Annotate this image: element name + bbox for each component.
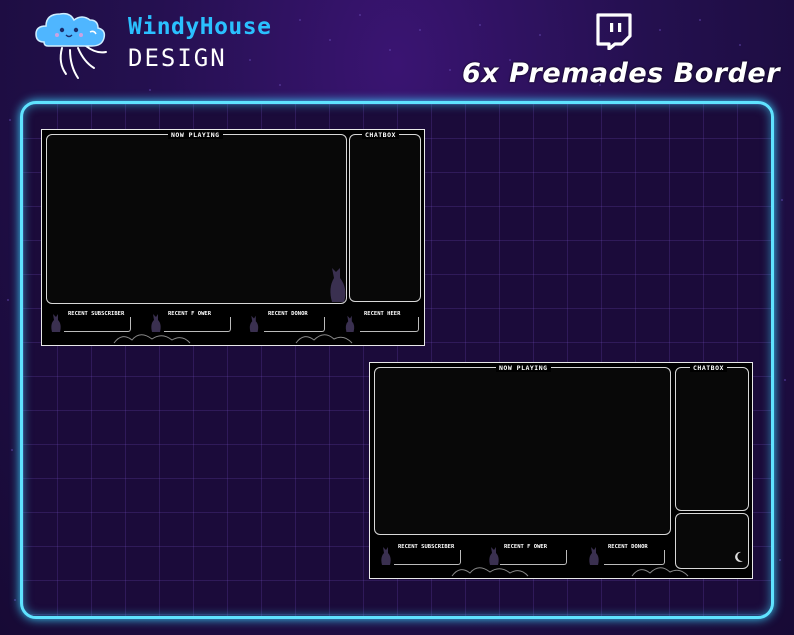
bar-label: RECENT DONOR xyxy=(608,544,648,550)
recent-cheer-bar: RECENT HEER xyxy=(360,311,419,332)
chatbox-frame xyxy=(349,134,421,302)
now-playing-label: NOW PLAYING xyxy=(168,131,223,139)
brand-logo: WindyHouse DESIGN xyxy=(30,6,300,86)
preview-panel: NOW PLAYING CHATBOX RECENT SUBSCRIBER RE… xyxy=(20,101,774,619)
cloud-mascot-icon xyxy=(35,12,107,79)
cloud-swirl-decoration xyxy=(113,334,191,344)
chatbox-label: CHATBOX xyxy=(362,131,399,139)
overlay-preview-1: NOW PLAYING CHATBOX RECENT SUBSCRIBER RE… xyxy=(41,129,425,346)
overlay-preview-2: NOW PLAYING CHATBOX RECENT SUBSCRIBER RE… xyxy=(369,362,753,579)
cat-icon xyxy=(249,315,259,332)
bar-label: RECENT SUBSCRIBER xyxy=(68,311,125,317)
cat-silhouette-icon xyxy=(330,268,346,302)
bar-label: RECENT F OWER xyxy=(168,311,212,317)
bar-label: RECENT DONOR xyxy=(268,311,308,317)
cat-icon xyxy=(381,547,391,565)
cloud-swirl-decoration xyxy=(295,334,353,344)
twitch-icon xyxy=(596,13,632,50)
now-playing-label: NOW PLAYING xyxy=(496,364,551,372)
bar-label: RECENT F OWER xyxy=(504,544,548,550)
stream-frame xyxy=(374,367,671,535)
cat-icon xyxy=(589,547,599,565)
cloud-swirl-decoration xyxy=(451,567,529,577)
chatbox-frame xyxy=(675,367,749,511)
cat-icon xyxy=(489,547,499,565)
bar-label: RECENT HEER xyxy=(364,311,401,317)
cloud-swirl-decoration xyxy=(631,567,689,577)
cat-icon xyxy=(51,314,61,332)
bar-label: RECENT SUBSCRIBER xyxy=(398,544,455,550)
cat-icon xyxy=(151,314,161,332)
moon-icon xyxy=(735,551,743,562)
brand-name: WindyHouse xyxy=(128,14,272,40)
chatbox-label: CHATBOX xyxy=(690,364,727,372)
headline: 6x Premades Border xyxy=(462,58,781,89)
brand-subtitle: DESIGN xyxy=(128,44,227,72)
stream-frame xyxy=(46,134,347,304)
